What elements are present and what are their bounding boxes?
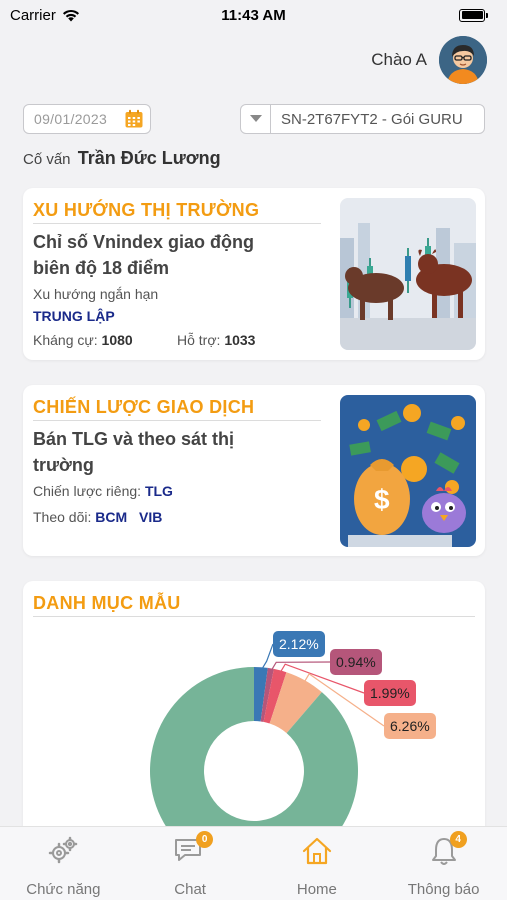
bell-icon: 4 [427,831,467,867]
headline-line: biên độ 18 điểm [33,258,170,278]
trading-strategy-card[interactable]: CHIẾN LƯỢC GIAO DỊCH Bán TLG và theo sát… [23,385,485,556]
advisor-prefix: Cố vấn [23,151,71,168]
calendar-icon [125,109,143,128]
card-title: CHIẾN LƯỢC GIAO DỊCH [33,397,255,417]
tab-label: Home [296,881,337,898]
chat-icon: 0 [173,831,214,867]
card-headline: Bán TLG và theo sát thị trường [33,426,234,478]
resistance-value: 1080 [101,332,133,348]
chevron-down-icon [241,105,271,133]
resistance: Kháng cự: 1080 [33,332,133,348]
watch-ticker[interactable]: VIB [139,509,162,525]
portfolio-card[interactable]: DANH MỤC MẪU 2.12% 0.94% 1.99% 6.26% [23,581,485,841]
avatar[interactable] [439,36,487,84]
market-trend-card[interactable]: XU HƯỚNG THỊ TRƯỜNG Chỉ số Vnindex giao … [23,188,485,360]
tab-label: Chức năng [26,881,101,898]
date-value: 09/01/2023 [34,111,108,127]
private-strategy-ticker[interactable]: TLG [145,483,173,499]
private-strategy-label: Chiến lược riêng: [33,483,142,499]
portfolio-donut-chart [150,643,385,841]
tab-bar: Chức năng 0 Chat Home 4 Thông báo [0,826,507,900]
money-bag-illustration: $ [340,395,476,547]
greeting: Chào A [371,36,487,84]
donut-slice [150,667,358,841]
tab-notifications[interactable]: 4 Thông báo [380,827,507,900]
slice-label: 1.99% [364,680,416,706]
divider [33,223,321,224]
trend-value: TRUNG LẬP [33,308,115,324]
watch-ticker[interactable]: BCM [95,509,127,525]
advisor-name: Trần Đức Lương [77,148,221,168]
battery-icon [459,8,488,22]
watch-label: Theo dõi: [33,509,92,525]
resistance-label: Kháng cự: [33,332,98,348]
slice-leader-line [260,643,274,672]
home-icon [300,835,334,867]
advisor-line: Cố vấn Trần Đức Lương [23,148,221,169]
support-label: Hỗ trợ: [177,332,221,348]
slice-label: 6.26% [384,713,436,739]
support: Hỗ trợ: 1033 [177,332,255,348]
bull-bear-illustration [340,198,476,350]
tab-home[interactable]: Home [254,827,381,900]
tab-functions[interactable]: Chức năng [0,827,127,900]
trend-subtitle: Xu hướng ngắn hạn [33,286,159,302]
status-bar: Carrier 11:43 AM [0,0,507,30]
headline-line: trường [33,455,94,475]
package-value: SN-2T67FYT2 - Gói GURU [281,110,463,128]
greeting-text: Chào A [371,50,427,69]
carrier-label: Carrier [10,6,56,24]
card-headline: Chỉ số Vnindex giao động biên độ 18 điểm [33,229,254,281]
headline-line: Bán TLG và theo sát thị [33,429,235,449]
tab-chat[interactable]: 0 Chat [127,827,254,900]
private-strategy: Chiến lược riêng: TLG [33,483,173,499]
slice-label: 2.12% [273,631,325,657]
chat-badge: 0 [196,831,214,848]
slice-label: 0.94% [330,649,382,675]
package-select[interactable]: SN-2T67FYT2 - Gói GURU [240,104,485,134]
date-picker[interactable]: 09/01/2023 [23,104,151,134]
notification-badge: 4 [449,831,467,848]
status-left: Carrier [10,7,80,24]
card-title: XU HƯỚNG THỊ TRƯỜNG [33,200,260,220]
gears-icon [46,835,80,867]
watch-list: Theo dõi: BCM VIB [33,509,162,525]
tab-label: Chat [174,881,206,898]
svg-text:$: $ [374,484,390,515]
divider [33,420,321,421]
headline-line: Chỉ số Vnindex giao động [33,232,255,252]
wifi-icon [62,9,79,21]
support-value: 1033 [224,332,256,348]
tab-label: Thông báo [407,881,480,898]
avatar-image [439,36,487,84]
